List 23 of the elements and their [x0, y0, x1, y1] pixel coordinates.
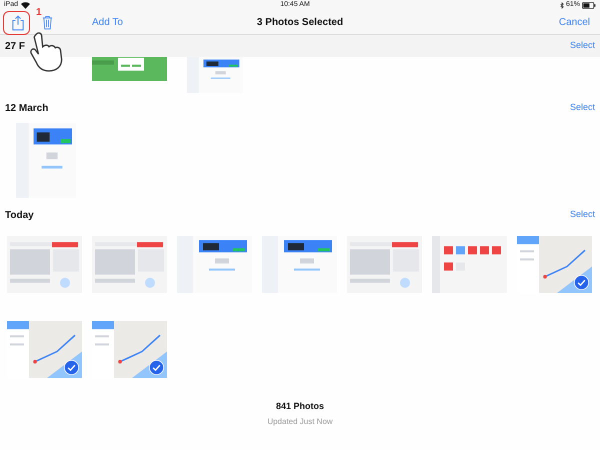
- select-button[interactable]: Select: [570, 208, 595, 222]
- step-number: 1: [36, 6, 42, 20]
- highlight-frame: [3, 11, 30, 35]
- wifi-icon: [21, 2, 30, 9]
- select-button[interactable]: Select: [570, 39, 595, 53]
- share-button[interactable]: [10, 14, 26, 32]
- update-status: Updated Just Now: [267, 416, 333, 428]
- trash-icon: [42, 15, 52, 30]
- section-title: 27 F: [5, 40, 26, 54]
- photo-count: 841 Photos: [276, 400, 324, 413]
- section-title: 12 March: [5, 102, 48, 116]
- checkmark-icon: [574, 275, 589, 290]
- toolbar-title: 3 Photos Selected: [256, 16, 344, 30]
- checkmark-icon: [64, 360, 79, 375]
- section-title: Today: [5, 208, 34, 222]
- add-to-button[interactable]: Add To: [92, 15, 123, 30]
- share-icon: [12, 14, 24, 30]
- select-button[interactable]: Select: [570, 101, 595, 115]
- bluetooth-icon: [560, 2, 564, 9]
- delete-button[interactable]: [40, 14, 54, 32]
- checkmark-icon: [149, 360, 164, 375]
- battery-icon: [582, 2, 596, 9]
- cancel-button[interactable]: Cancel: [558, 15, 590, 30]
